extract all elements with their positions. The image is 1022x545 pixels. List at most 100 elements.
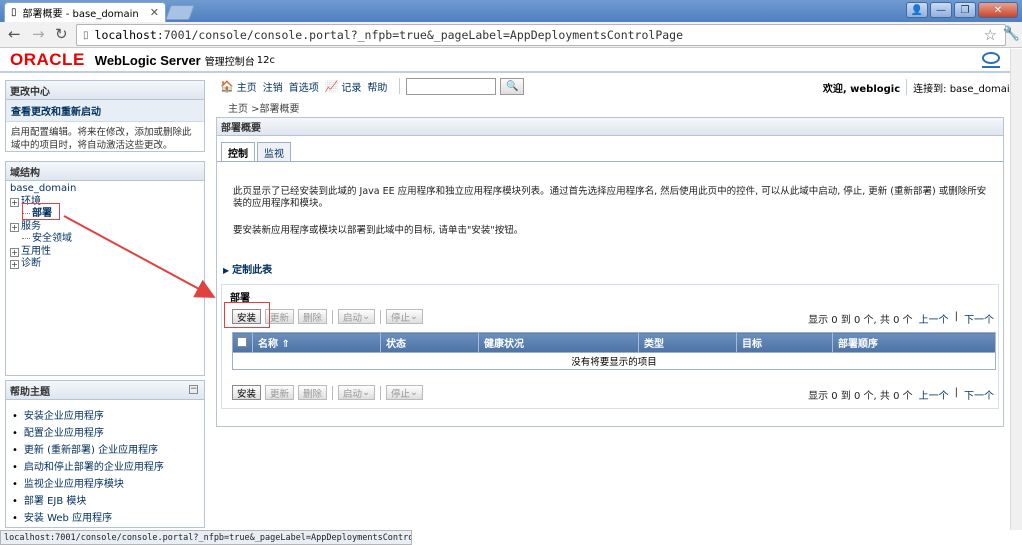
delete-button[interactable]: 删除 — [298, 309, 328, 324]
deployments-summary-panel: 部署概要 控制 监视 此页显示了已经安装到此域的 Java EE 应用程序和独立… — [216, 117, 1004, 427]
logout-link[interactable]: 注销 — [263, 79, 283, 94]
tree-item-interoperability[interactable]: + 互用性 — [10, 246, 200, 259]
start-dropdown[interactable]: 启动 ⌄ — [338, 309, 376, 324]
prev-page-link[interactable]: 上一个 — [919, 387, 949, 402]
expand-icon[interactable]: + — [10, 247, 19, 257]
home-link[interactable]: 🏠 主页 — [220, 79, 257, 94]
weblogic-header: ORACLE WebLogic Server 管理控制台 12c — [0, 49, 1022, 73]
help-item[interactable]: 更新 (重新部署) 企业应用程序 — [12, 442, 198, 459]
help-item[interactable]: 安装企业应用程序 — [12, 408, 198, 425]
help-item[interactable]: 安装 Web 应用程序 — [12, 510, 198, 527]
top-pager: 显示 0 到 0 个, 共 0 个 上一个 | 下一个 — [808, 311, 994, 326]
install-button[interactable]: 安装 — [232, 385, 262, 400]
collapse-icon[interactable]: − — [189, 385, 198, 394]
table-row: 没有将要显示的项目 — [232, 352, 996, 370]
start-dropdown[interactable]: 启动 ⌄ — [338, 385, 376, 400]
expand-icon[interactable]: + — [10, 260, 19, 269]
bottom-button-row: 安装 更新 删除 启动 ⌄ 停止 ⌄ — [232, 385, 424, 400]
column-header-health[interactable]: 健康状况 — [478, 332, 639, 353]
stop-dropdown[interactable]: 停止 ⌄ — [386, 385, 424, 400]
minimize-button[interactable]: — — [930, 2, 952, 18]
tab-control[interactable]: 控制 — [221, 142, 255, 161]
back-arrow-icon[interactable]: ← — [8, 25, 21, 43]
chevron-down-icon: ⌄ — [362, 311, 371, 322]
page-title: 部署概要 — [217, 118, 1003, 136]
tab-bar: 控制 监视 — [221, 142, 293, 161]
select-all-checkbox[interactable] — [232, 332, 253, 353]
help-item[interactable]: 部署 EJB 模块 — [12, 493, 198, 510]
product-name: WebLogic Server — [94, 52, 201, 68]
tab-title: 部署概要 - base_domain — [22, 9, 139, 20]
page-scrollbar[interactable] — [1010, 49, 1022, 530]
next-page-link[interactable]: 下一个 — [964, 311, 994, 326]
table-header-row: 名称 ⇑ 状态 健康状况 类型 目标 部署顺序 — [232, 332, 996, 353]
breadcrumb[interactable]: 主页 >部署概要 — [228, 100, 300, 115]
user-icon[interactable]: 👤 — [906, 2, 928, 18]
address-bar[interactable]: ▯ localhost:7001/console/console.portal?… — [76, 24, 1006, 46]
column-header-deploy-order[interactable]: 部署顺序 — [832, 332, 996, 353]
home-icon: 🏠 — [220, 79, 234, 93]
bookmark-star-icon[interactable]: ☆ — [984, 26, 997, 44]
help-link[interactable]: 帮助 — [367, 79, 387, 94]
deployments-table: 名称 ⇑ 状态 健康状况 类型 目标 部署顺序 没有将要显示的项目 — [232, 332, 996, 370]
oracle-help-icon[interactable] — [982, 52, 1000, 68]
domain-structure-panel: 域结构 base_domain + 环境 部署 + 服务 安全领域 + 互用性 + 诊断 — [5, 161, 205, 376]
new-tab-button[interactable] — [165, 5, 195, 20]
sort-icon: ⇑ — [281, 339, 290, 350]
page-description: 此页显示了已经安装到此域的 Java EE 应用程序和独立应用程序模块列表。通过… — [233, 186, 987, 209]
view-changes-link[interactable]: 查看更改和重新启动 — [6, 100, 204, 122]
column-header-targets[interactable]: 目标 — [736, 332, 833, 353]
tree-item-services[interactable]: + 服务 — [10, 221, 200, 234]
status-bar-url: localhost:7001/console/console.portal?_n… — [0, 530, 412, 545]
change-center-title: 更改中心 — [6, 81, 204, 100]
domain-structure-title: 域结构 — [6, 162, 204, 181]
search-input[interactable] — [406, 77, 497, 95]
tree-item-diagnostics[interactable]: + 诊断 — [10, 258, 200, 271]
help-item[interactable]: 监视企业应用程序模块 — [12, 476, 198, 493]
prev-page-link[interactable]: 上一个 — [919, 311, 949, 326]
close-tab-icon[interactable]: ✕ — [150, 6, 159, 19]
welcome-text: 欢迎, weblogic — [822, 83, 901, 95]
highlight-box-deployments — [22, 203, 60, 220]
welcome-area: 欢迎, weblogic 连接到: base_domain — [823, 79, 1016, 95]
column-header-state[interactable]: 状态 — [380, 332, 479, 353]
restore-button[interactable]: ❐ — [954, 2, 976, 18]
customize-table-link[interactable]: 定制此表 — [223, 261, 272, 276]
preferences-link[interactable]: 首选项 — [289, 79, 319, 94]
help-topics-list: 安装企业应用程序 配置企业应用程序 更新 (重新部署) 企业应用程序 启动和停止… — [6, 400, 204, 535]
update-button[interactable]: 更新 — [265, 385, 295, 400]
column-header-type[interactable]: 类型 — [638, 332, 737, 353]
chevron-down-icon: ⌄ — [410, 311, 419, 322]
tree-root[interactable]: base_domain — [10, 183, 200, 196]
help-item[interactable]: 配置企业应用程序 — [12, 425, 198, 442]
column-header-name[interactable]: 名称 ⇑ — [252, 332, 381, 353]
stop-dropdown[interactable]: 停止 ⌄ — [386, 309, 424, 324]
delete-button[interactable]: 删除 — [298, 385, 328, 400]
oracle-logo: ORACLE — [10, 50, 85, 69]
help-topics-title: 帮助主题 — [6, 381, 204, 400]
reload-icon[interactable]: ↻ — [55, 25, 68, 43]
next-page-link[interactable]: 下一个 — [964, 387, 994, 402]
close-window-button[interactable]: ✕ — [978, 2, 1018, 18]
chevron-down-icon: ⌄ — [362, 387, 371, 398]
help-topics-panel: 帮助主题 − 安装企业应用程序 配置企业应用程序 更新 (重新部署) 企业应用程… — [5, 380, 205, 528]
expand-icon[interactable]: + — [10, 197, 19, 207]
domain-tree: base_domain + 环境 部署 + 服务 安全领域 + 互用性 + 诊断 — [6, 181, 204, 273]
search-button[interactable]: 🔍 — [500, 77, 525, 95]
expand-icon[interactable]: + — [10, 222, 19, 232]
window-controls: 👤 — ❐ ✕ — [906, 2, 1018, 18]
help-item[interactable]: 启动和停止部署的企业应用程序 — [12, 459, 198, 476]
browser-tab[interactable]: ▯ 部署概要 - base_domain ✕ — [4, 2, 166, 22]
console-menu: 🏠 主页 注销 首选项 📈 记录 帮助 🔍 欢迎, weblogic 连接到: ba… — [220, 76, 1016, 96]
highlight-box-install — [224, 302, 270, 328]
wrench-icon[interactable]: 🔧 — [1003, 26, 1020, 42]
change-center-panel: 更改中心 查看更改和重新启动 启用配置编辑。将来在修改，添加或删除此域中的项目时… — [5, 80, 205, 152]
tab-monitoring[interactable]: 监视 — [257, 142, 291, 161]
page-icon: ▯ — [83, 29, 89, 41]
pager-summary: 显示 0 到 0 个, 共 0 个 — [808, 391, 913, 402]
forward-arrow-icon[interactable]: → — [32, 25, 45, 43]
connected-text: 连接到: base_domain — [913, 83, 1016, 95]
tree-item-security-realms[interactable]: 安全领域 — [10, 233, 200, 246]
pager-summary: 显示 0 到 0 个, 共 0 个 — [808, 315, 913, 326]
record-link[interactable]: 📈 记录 — [325, 79, 362, 94]
